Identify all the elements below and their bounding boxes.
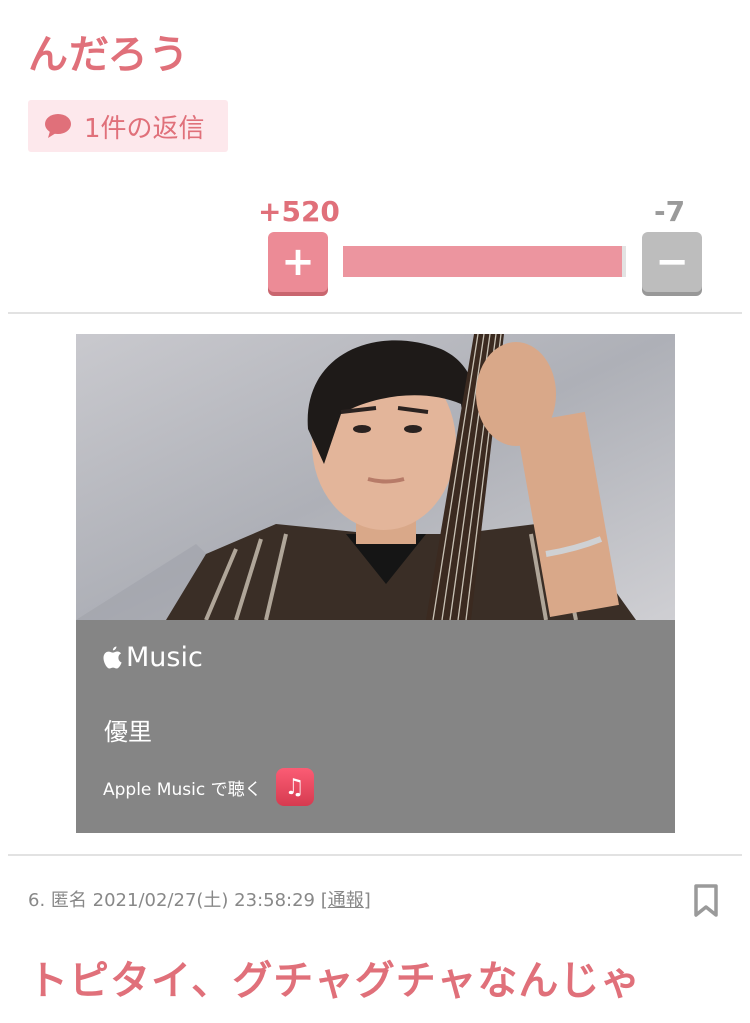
embed-info-panel: Music 優里 Apple Music で聴く ♫ — [76, 620, 675, 833]
vote-ratio-fill — [343, 246, 623, 277]
divider — [8, 854, 742, 856]
plus-icon: + — [281, 239, 315, 285]
comment-number: 6. — [28, 890, 46, 911]
music-note-icon: ♫ — [275, 768, 314, 806]
comment-text: トピタイ、グチャグチャなんじゃ — [28, 958, 642, 1004]
apple-logo-icon — [102, 645, 124, 671]
listen-on-apple-music-link[interactable]: Apple Music で聴く ♫ — [103, 768, 314, 806]
minus-icon: − — [655, 239, 689, 285]
vote-ratio-bar — [343, 246, 626, 277]
divider — [8, 312, 742, 314]
comment-datetime: 2021/02/27(土) 23:58:29 — [92, 890, 316, 911]
plus-vote-button[interactable]: + — [268, 232, 328, 292]
comment-meta: 6. 匿名 2021/02/27(土) 23:58:29 [通報] — [28, 886, 371, 912]
reply-button[interactable]: 1件の返信 — [28, 100, 228, 152]
apple-music-embed[interactable]: Music 優里 Apple Music で聴く ♫ — [76, 334, 675, 833]
apple-music-logo: Music — [102, 642, 203, 673]
minus-vote-count: -7 — [654, 195, 686, 228]
speech-bubble-icon — [44, 113, 72, 139]
bookmark-icon[interactable] — [693, 884, 719, 918]
report-link[interactable]: 通報 — [328, 890, 364, 911]
plus-vote-count: +520 — [258, 195, 340, 228]
comment-text-tail: んだろう — [28, 32, 190, 78]
report-bracket-open: [ — [320, 890, 328, 911]
artist-photo — [76, 334, 675, 620]
minus-vote-button[interactable]: − — [642, 232, 702, 292]
artist-name: 優里 — [104, 718, 152, 746]
reply-button-label: 1件の返信 — [84, 113, 205, 144]
report-bracket-close: ] — [363, 890, 371, 911]
comment-author: 匿名 — [50, 890, 87, 911]
listen-label: Apple Music で聴く — [103, 779, 262, 800]
apple-music-label: Music — [126, 642, 203, 673]
